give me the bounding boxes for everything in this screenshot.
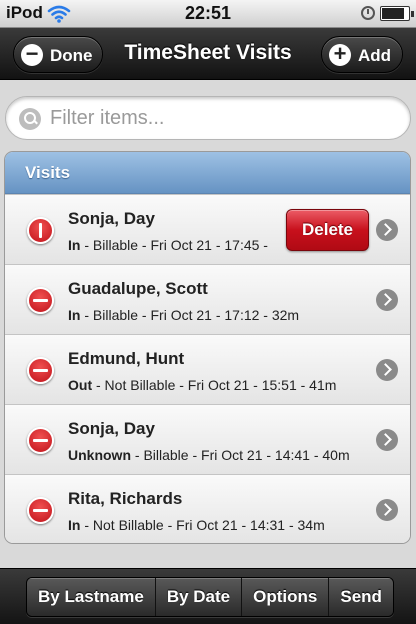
list-divider: Visits [5,152,410,194]
chevron-right-icon[interactable] [376,499,398,521]
visit-details: In - Not Billable - Fri Oct 21 - 14:31 -… [68,517,325,533]
chevron-right-icon[interactable] [376,219,398,241]
footer-navbar: By Lastname By Date Options Send [26,577,394,617]
clock: 22:51 [184,3,232,23]
delete-toggle-icon[interactable] [27,287,54,314]
delete-toggle-icon[interactable] [27,357,54,384]
visits-list: Visits Sonja, Day In - Billable - Fri Oc… [4,151,411,544]
chevron-right-icon[interactable] [376,289,398,311]
visit-name: Sonja, Day [68,209,155,228]
visit-status: Unknown [68,447,131,463]
header-bar: − Done TimeSheet Visits + Add [0,28,416,80]
visit-info: - Billable - Fri Oct 21 - 17:45 - [80,237,268,253]
visit-name: Guadalupe, Scott [68,279,208,298]
visit-details: Unknown - Billable - Fri Oct 21 - 14:41 … [68,447,350,463]
delete-toggle-icon[interactable] [27,217,54,244]
delete-toggle-icon[interactable] [27,427,54,454]
visit-status: In [68,517,81,533]
visit-details: In - Billable - Fri Oct 21 - 17:12 - 32m [68,307,299,323]
visit-status: In [68,237,81,253]
chevron-right-icon[interactable] [376,359,398,381]
visit-info: - Not Billable - Fri Oct 21 - 15:51 - 41… [92,377,337,393]
sort-by-lastname-button[interactable]: By Lastname [27,578,156,616]
visit-status: Out [68,377,93,393]
options-button[interactable]: Options [242,578,330,616]
filter-input[interactable] [50,103,400,133]
status-bar: iPod 22:51 [0,0,416,28]
plus-icon: + [329,43,351,66]
list-item[interactable]: Sonja, Day In - Billable - Fri Oct 21 - … [5,194,410,264]
visit-name: Sonja, Day [68,419,155,438]
visit-details: In - Billable - Fri Oct 21 - 17:45 - [68,237,268,253]
visit-info: - Billable - Fri Oct 21 - 17:12 - 32m [80,307,300,323]
rotation-lock-icon [361,6,375,20]
visit-name: Edmund, Hunt [68,349,185,368]
delete-toggle-icon[interactable] [27,497,54,524]
visit-name: Rita, Richards [68,489,183,508]
filter-bar [0,80,416,144]
chevron-right-icon[interactable] [376,429,398,451]
visit-info: - Not Billable - Fri Oct 21 - 14:31 - 34… [80,517,325,533]
search-box[interactable] [5,96,411,140]
visit-status: In [68,307,81,323]
visit-info: - Billable - Fri Oct 21 - 14:41 - 40m [131,447,350,463]
battery-icon [380,6,414,21]
list-item[interactable]: Guadalupe, Scott In - Billable - Fri Oct… [5,264,410,334]
search-icon [19,108,41,130]
send-button[interactable]: Send [329,578,393,616]
list-divider-label: Visits [25,163,71,182]
visit-details: Out - Not Billable - Fri Oct 21 - 15:51 … [68,377,336,393]
footer-bar: By Lastname By Date Options Send [0,568,416,624]
add-button[interactable]: + Add [321,36,403,73]
list-item[interactable]: Rita, Richards In - Not Billable - Fri O… [5,474,410,543]
delete-button[interactable]: Delete [286,209,369,251]
list-item[interactable]: Edmund, Hunt Out - Not Billable - Fri Oc… [5,334,410,404]
sort-by-date-button[interactable]: By Date [155,578,243,616]
list-item[interactable]: Sonja, Day Unknown - Billable - Fri Oct … [5,404,410,474]
